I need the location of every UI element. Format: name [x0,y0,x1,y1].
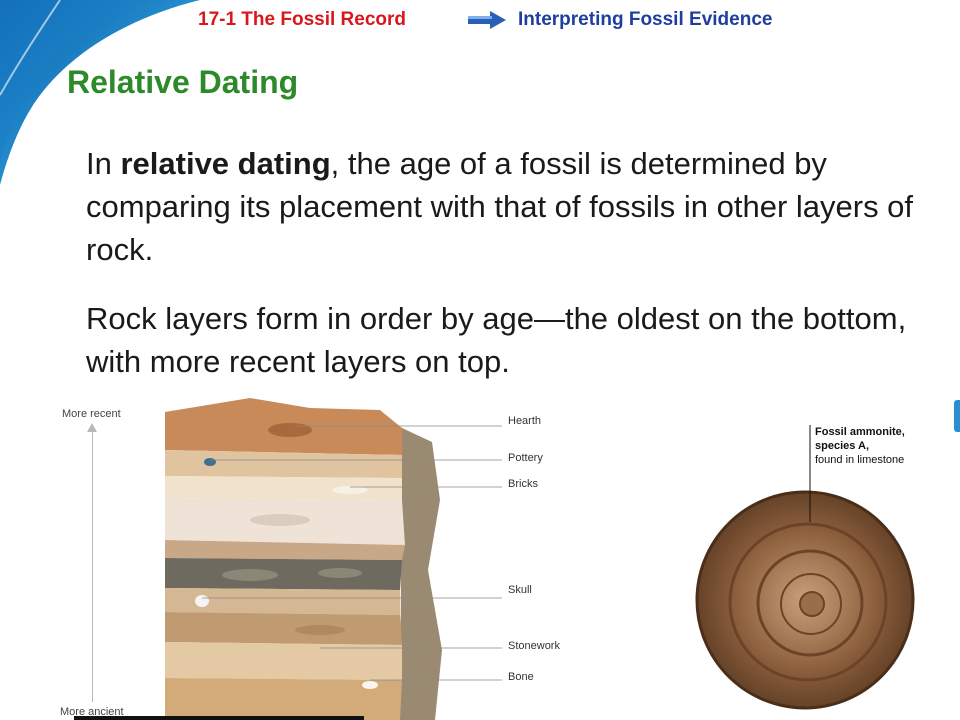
paragraph-relative-dating: In relative dating, the age of a fossil … [86,142,946,271]
ammonite-figure: Fossil ammonite, species A, found in lim… [690,420,960,720]
p1-prefix: In [86,146,121,181]
label-bone: Bone [508,671,534,683]
ammonite-caption: Fossil ammonite, species A, found in lim… [815,425,905,467]
label-stonework: Stonework [508,640,560,652]
label-skull: Skull [508,584,532,596]
p1-term: relative dating [120,146,331,181]
strata-illustration [165,398,502,720]
rock-strata-figure: More recent More ancient Hearth Pottery … [50,390,570,720]
topic-title: Interpreting Fossil Evidence [518,9,773,30]
label-bricks: Bricks [508,478,538,490]
slide-header: 17-1 The Fossil Record Interpreting Foss… [0,7,960,33]
paragraph-rock-layers: Rock layers form in order by age—the old… [86,301,907,379]
caption-line-2: species A, [815,440,870,452]
label-hearth: Hearth [508,415,542,427]
bottom-bar [74,716,364,720]
section-title: 17-1 The Fossil Record [198,9,407,30]
arrow-right-icon [468,11,506,29]
caption-line-1: Fossil ammonite, [815,426,905,438]
label-pottery: Pottery [508,452,543,464]
caption-line-3: found in limestone [815,454,905,466]
slide-title: Relative Dating [67,64,299,100]
